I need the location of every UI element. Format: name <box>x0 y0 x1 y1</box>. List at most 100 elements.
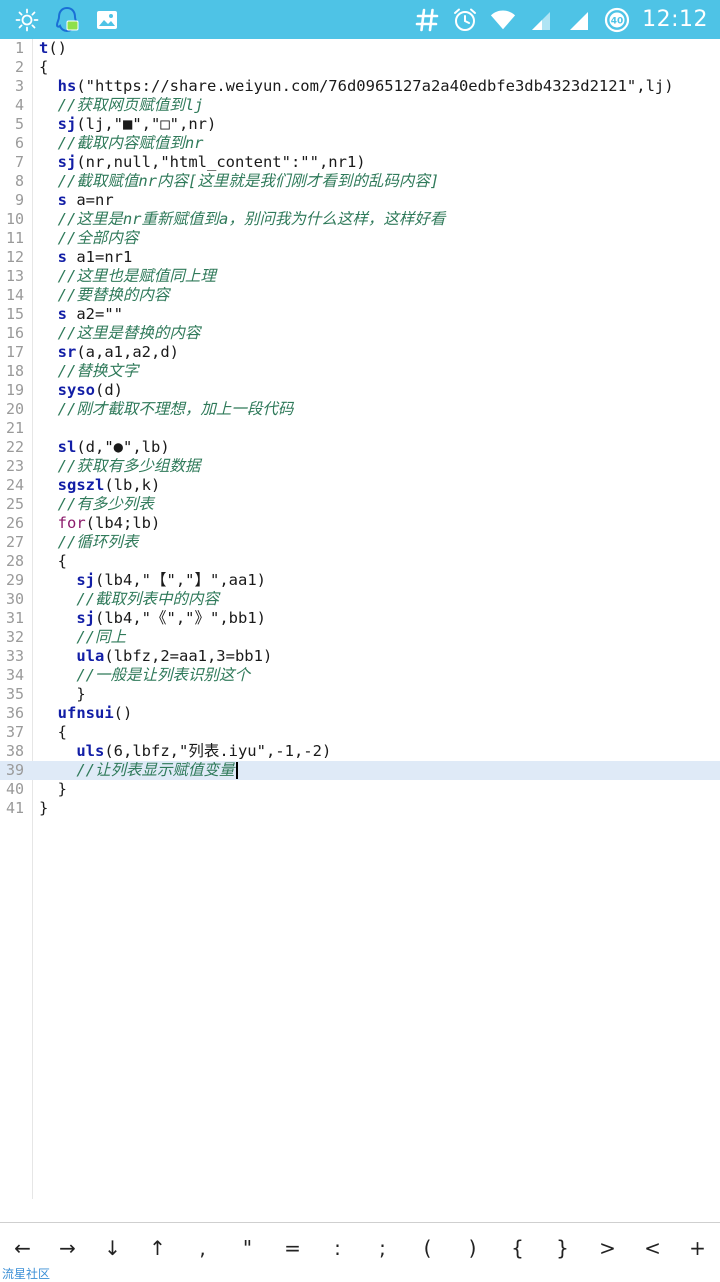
code-text[interactable]: sgszl(lb,k) <box>39 476 161 495</box>
code-line[interactable]: 24 sgszl(lb,k) <box>0 476 720 495</box>
code-line[interactable]: 41} <box>0 799 720 818</box>
symbol-key[interactable]: ↑ <box>135 1236 180 1260</box>
code-text[interactable]: { <box>39 723 67 742</box>
code-text[interactable]: hs("https://share.weiyun.com/76d0965127a… <box>39 77 674 96</box>
code-text[interactable]: } <box>39 780 67 799</box>
code-line[interactable]: 19 syso(d) <box>0 381 720 400</box>
code-line[interactable]: 9 s a=nr <box>0 191 720 210</box>
code-text[interactable]: sj(nr,null,"html_content":"",nr1) <box>39 153 366 172</box>
code-text[interactable]: //截取列表中的内容 <box>39 590 219 609</box>
code-text[interactable]: //获取有多少组数据 <box>39 457 201 476</box>
code-text[interactable]: //循环列表 <box>39 533 139 552</box>
code-line[interactable]: 11 //全部内容 <box>0 229 720 248</box>
code-lines[interactable]: 1 t() 2{3 hs("https://share.weiyun.com/76d… <box>0 39 720 818</box>
code-text[interactable]: //一般是让列表识别这个 <box>39 666 250 685</box>
code-line[interactable]: 5 sj(lj,"■","□",nr) <box>0 115 720 134</box>
code-text[interactable]: } <box>39 685 85 704</box>
symbol-key[interactable]: , <box>180 1236 225 1260</box>
code-text[interactable]: //刚才截取不理想，加上一段代码 <box>39 400 294 419</box>
code-text[interactable]: ufnsui() <box>39 704 133 723</box>
symbol-key[interactable]: + <box>675 1236 720 1260</box>
code-line[interactable]: 3 hs("https://share.weiyun.com/76d096512… <box>0 77 720 96</box>
code-line[interactable]: 34 //一般是让列表识别这个 <box>0 666 720 685</box>
code-text[interactable]: //让列表显示赋值变量 <box>39 761 238 780</box>
code-text[interactable]: s a2="" <box>39 305 123 324</box>
code-line[interactable]: 15 s a2="" <box>0 305 720 324</box>
code-line[interactable]: 4 //获取网页赋值到lj <box>0 96 720 115</box>
code-text[interactable]: //全部内容 <box>39 229 139 248</box>
symbol-key[interactable]: → <box>45 1236 90 1260</box>
symbol-key[interactable]: } <box>540 1236 585 1260</box>
code-line[interactable]: 13 //这里也是赋值同上理 <box>0 267 720 286</box>
code-line[interactable]: 10 //这里是nr重新赋值到a，别问我为什么这样，这样好看 <box>0 210 720 229</box>
code-line[interactable]: 20 //刚才截取不理想，加上一段代码 <box>0 400 720 419</box>
code-text[interactable]: //同上 <box>39 628 126 647</box>
code-line[interactable]: 29 sj(lb4,"【","】",aa1) <box>0 571 720 590</box>
gallery-icon <box>94 7 120 33</box>
code-line[interactable]: 17 sr(a,a1,a2,d) <box>0 343 720 362</box>
code-line[interactable]: 18 //替换文字 <box>0 362 720 381</box>
code-text[interactable]: for(lb4;lb) <box>39 514 161 533</box>
code-text[interactable]: //这里也是赋值同上理 <box>39 267 216 286</box>
code-text[interactable]: sr(a,a1,a2,d) <box>39 343 179 362</box>
code-line[interactable]: 37 { <box>0 723 720 742</box>
code-line[interactable]: 32 //同上 <box>0 628 720 647</box>
code-text[interactable]: //这里是替换的内容 <box>39 324 201 343</box>
symbol-key[interactable]: > <box>585 1236 630 1260</box>
code-line[interactable]: 33 ula(lbfz,2=aa1,3=bb1) <box>0 647 720 666</box>
code-line[interactable]: 36 ufnsui() <box>0 704 720 723</box>
code-text[interactable]: //替换文字 <box>39 362 139 381</box>
code-line[interactable]: 8 //截取赋值nr内容[这里就是我们刚才看到的乱码内容] <box>0 172 720 191</box>
code-line[interactable]: 31 sj(lb4,"《","》",bb1) <box>0 609 720 628</box>
code-text[interactable]: { <box>39 58 48 77</box>
code-text[interactable]: //要替换的内容 <box>39 286 170 305</box>
code-line[interactable]: 39 //让列表显示赋值变量 <box>0 761 720 780</box>
symbol-key[interactable]: ( <box>405 1236 450 1260</box>
symbol-key[interactable]: ← <box>0 1236 45 1260</box>
symbol-key[interactable]: " <box>225 1236 270 1260</box>
code-line[interactable]: 2{ <box>0 58 720 77</box>
code-line[interactable]: 14 //要替换的内容 <box>0 286 720 305</box>
code-line[interactable]: 12 s a1=nr1 <box>0 248 720 267</box>
symbol-key[interactable]: ) <box>450 1236 495 1260</box>
code-line[interactable]: 38 uls(6,lbfz,"列表.iyu",-1,-2) <box>0 742 720 761</box>
code-text[interactable]: sl(d,"●",lb) <box>39 438 170 457</box>
code-line[interactable]: 1 t() <box>0 39 720 58</box>
code-text[interactable]: uls(6,lbfz,"列表.iyu",-1,-2) <box>39 742 331 761</box>
symbol-key[interactable]: < <box>630 1236 675 1260</box>
code-line[interactable]: 26 for(lb4;lb) <box>0 514 720 533</box>
code-text[interactable]: //获取网页赋值到lj <box>39 96 204 115</box>
code-text[interactable]: //截取赋值nr内容[这里就是我们刚才看到的乱码内容] <box>39 172 440 191</box>
code-text[interactable]: { <box>39 552 67 571</box>
code-line[interactable]: 23 //获取有多少组数据 <box>0 457 720 476</box>
symbol-key[interactable]: : <box>315 1236 360 1260</box>
code-text[interactable]: s a1=nr1 <box>39 248 133 267</box>
code-line[interactable]: 7 sj(nr,null,"html_content":"",nr1) <box>0 153 720 172</box>
code-line[interactable]: 21 <box>0 419 720 438</box>
code-line[interactable]: 25 //有多少列表 <box>0 495 720 514</box>
code-text[interactable]: ula(lbfz,2=aa1,3=bb1) <box>39 647 272 666</box>
code-text[interactable]: //截取内容赋值到nr <box>39 134 204 153</box>
code-line[interactable]: 6 //截取内容赋值到nr <box>0 134 720 153</box>
code-line[interactable]: 35 } <box>0 685 720 704</box>
code-line[interactable]: 28 { <box>0 552 720 571</box>
symbol-key[interactable]: ; <box>360 1236 405 1260</box>
code-text[interactable]: s a=nr <box>39 191 114 210</box>
symbol-key[interactable]: = <box>270 1236 315 1260</box>
code-line[interactable]: 22 sl(d,"●",lb) <box>0 438 720 457</box>
code-text[interactable]: } <box>39 799 48 818</box>
symbol-key[interactable]: ↓ <box>90 1236 135 1260</box>
code-line[interactable]: 30 //截取列表中的内容 <box>0 590 720 609</box>
code-text[interactable]: sj(lj,"■","□",nr) <box>39 115 217 134</box>
symbol-key[interactable]: { <box>495 1236 540 1260</box>
code-text[interactable]: sj(lb4,"【","】",aa1) <box>39 571 266 590</box>
code-line[interactable]: 27 //循环列表 <box>0 533 720 552</box>
code-text[interactable]: //这里是nr重新赋值到a，别问我为什么这样，这样好看 <box>39 210 446 229</box>
code-text[interactable]: syso(d) <box>39 381 123 400</box>
code-text[interactable]: t() <box>39 39 67 58</box>
code-line[interactable]: 16 //这里是替换的内容 <box>0 324 720 343</box>
code-text[interactable]: //有多少列表 <box>39 495 154 514</box>
code-text[interactable]: sj(lb4,"《","》",bb1) <box>39 609 266 628</box>
code-editor[interactable]: 1 t() 2{3 hs("https://share.weiyun.com/76d… <box>0 39 720 1199</box>
code-line[interactable]: 40 } <box>0 780 720 799</box>
